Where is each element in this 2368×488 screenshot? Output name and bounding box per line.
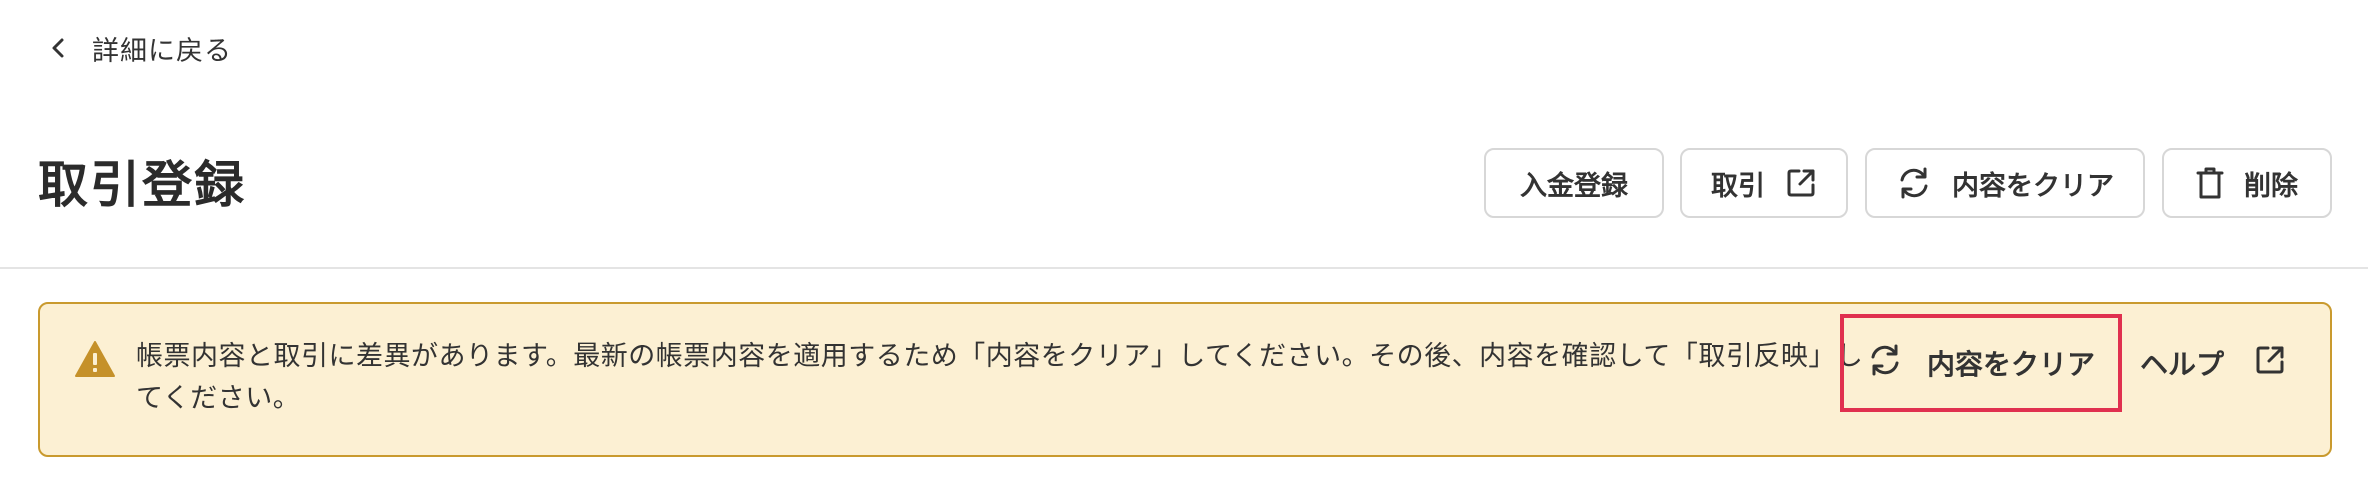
refresh-icon xyxy=(1896,167,1932,199)
deposit-register-label: 入金登録 xyxy=(1520,170,1628,202)
deposit-register-button[interactable]: 入金登録 xyxy=(1484,148,1664,218)
clear-content-label: 内容をクリア xyxy=(1952,170,2114,202)
transaction-button[interactable]: 取引 xyxy=(1680,148,1848,218)
refresh-icon xyxy=(1867,344,1903,383)
delete-label: 削除 xyxy=(2244,170,2298,202)
trash-icon xyxy=(2196,166,2224,200)
page-title: 取引登録 xyxy=(38,156,246,214)
alert-message: 帳票内容と取引に差異があります。最新の帳票内容を適用するため「内容をクリア」して… xyxy=(136,341,1864,414)
warning-icon xyxy=(74,340,116,378)
alert-clear-content-button[interactable]: 内容をクリア xyxy=(1840,314,2122,412)
alert-clear-content-label: 内容をクリア xyxy=(1926,348,2095,381)
clear-content-button[interactable]: 内容をクリア xyxy=(1865,148,2145,218)
delete-button[interactable]: 削除 xyxy=(2162,148,2332,218)
help-label: ヘルプ xyxy=(2140,348,2225,381)
help-link[interactable]: ヘルプ xyxy=(2140,314,2286,412)
chevron-left-icon xyxy=(50,37,66,59)
back-link[interactable]: 詳細に戻る xyxy=(50,28,232,68)
transaction-label: 取引 xyxy=(1711,170,1765,202)
header-divider xyxy=(0,267,2368,269)
external-link-icon xyxy=(2254,344,2286,383)
warning-alert: 帳票内容と取引に差異があります。最新の帳票内容を適用するため「内容をクリア」して… xyxy=(38,302,2332,457)
external-link-icon xyxy=(1785,167,1817,199)
back-link-label: 詳細に戻る xyxy=(92,35,232,67)
